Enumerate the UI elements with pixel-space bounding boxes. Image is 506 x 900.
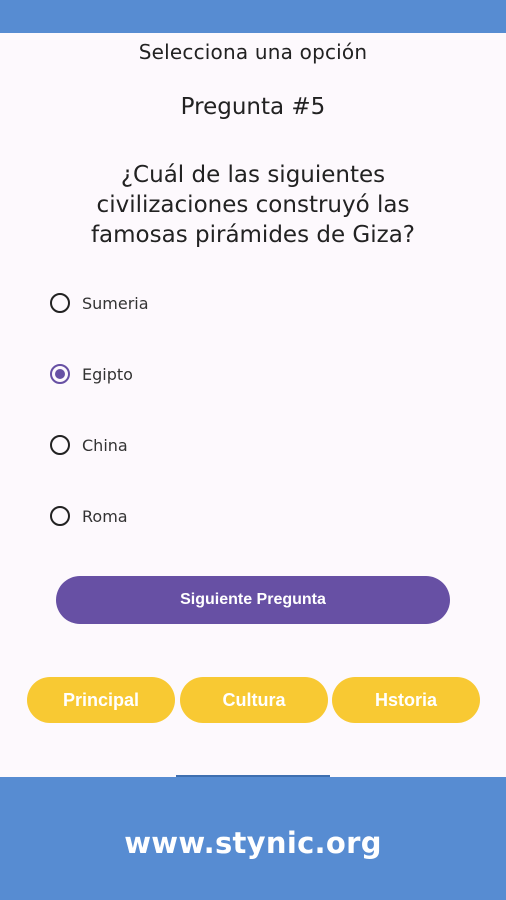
option-sumeria[interactable]: Sumeria: [50, 289, 350, 317]
page-title: Selecciona una opción: [138, 40, 368, 64]
historia-button[interactable]: Hstoria: [332, 677, 480, 723]
radio-unchecked-icon[interactable]: [50, 506, 70, 526]
radio-unchecked-icon[interactable]: [50, 435, 70, 455]
footer-banner: www.stynic.org: [0, 777, 506, 900]
cultura-button[interactable]: Cultura: [180, 677, 328, 723]
next-question-button[interactable]: Siguiente Pregunta: [56, 576, 450, 624]
option-label: Roma: [82, 506, 128, 526]
question-text: ¿Cuál de las siguientes civilizaciones c…: [90, 162, 416, 248]
radio-unchecked-icon[interactable]: [50, 293, 70, 313]
option-label: China: [82, 435, 128, 455]
option-china[interactable]: China: [50, 431, 350, 459]
quiz-screen: [0, 33, 506, 776]
option-label: Egipto: [82, 364, 133, 384]
question-number: Pregunta #5: [180, 94, 326, 120]
option-label: Sumeria: [82, 293, 149, 313]
principal-button[interactable]: Principal: [27, 677, 175, 723]
radio-checked-icon[interactable]: [50, 364, 70, 384]
footer-url: www.stynic.org: [124, 826, 382, 860]
option-egipto[interactable]: Egipto: [50, 360, 350, 388]
status-bar: [0, 0, 506, 33]
option-roma[interactable]: Roma: [50, 502, 350, 530]
